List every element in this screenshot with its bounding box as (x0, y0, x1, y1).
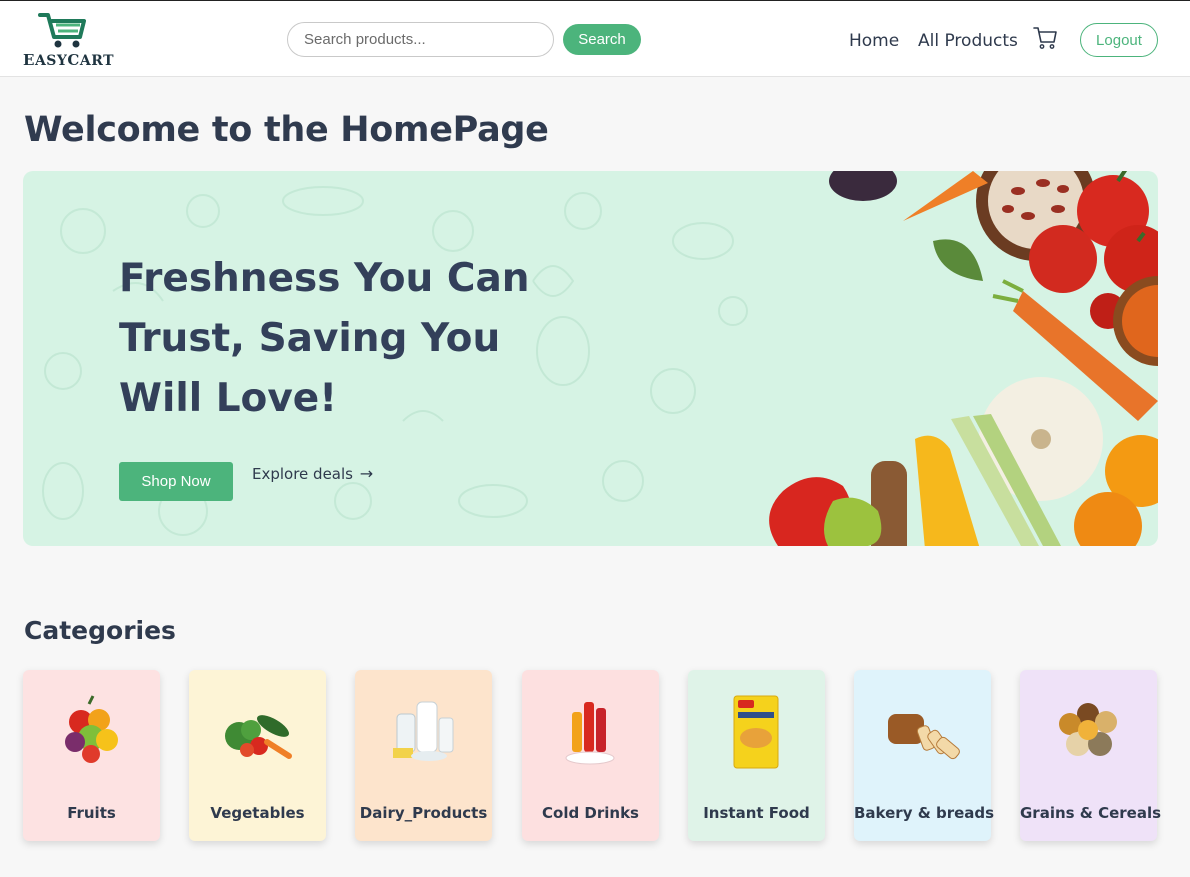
category-card-fruits[interactable]: Fruits (23, 670, 160, 841)
categories-heading: Categories (24, 616, 176, 645)
bakery-breads-image (888, 714, 960, 760)
cart-icon[interactable] (1032, 25, 1058, 51)
category-card-grains-cereals[interactable]: Grains & Cereals (1020, 670, 1162, 841)
shop-now-button[interactable]: Shop Now (119, 462, 233, 501)
nav-all-products-link[interactable]: All Products (918, 31, 1018, 51)
vegetables-illustration (769, 171, 1158, 546)
category-card-instant-food[interactable]: Instant Food (688, 670, 825, 841)
category-label: Instant Food (703, 804, 810, 822)
nav-home-link[interactable]: Home (849, 31, 899, 51)
logo-text: EASYCART (23, 51, 115, 69)
category-label: Vegetables (210, 804, 305, 822)
grains-cereals-image (1059, 703, 1117, 756)
arrow-right-icon: → (359, 464, 374, 483)
easycart-logo[interactable]: EASYCART (22, 11, 114, 69)
category-card-cold-drinks[interactable]: Cold Drinks (522, 670, 659, 841)
top-navbar: EASYCART Search Home All Products Logout (0, 1, 1190, 77)
search-button[interactable]: Search (563, 24, 641, 55)
category-card-bakery-breads[interactable]: Bakery & breads (854, 670, 995, 841)
cold-drinks-image (565, 702, 615, 765)
category-label: Cold Drinks (542, 804, 639, 822)
page-title: Welcome to the HomePage (24, 110, 549, 150)
hero-banner: Freshness You Can Trust, Saving You Will… (23, 171, 1158, 546)
fruits-image (65, 695, 118, 763)
search-input[interactable] (287, 22, 554, 57)
category-label: Fruits (67, 804, 116, 822)
hero-title: Freshness You Can Trust, Saving You Will… (119, 256, 530, 421)
explore-deals-label: Explore deals (252, 465, 353, 483)
logout-button[interactable]: Logout (1080, 23, 1158, 57)
category-label: Dairy_Products (359, 804, 488, 822)
instant-food-image (733, 695, 779, 769)
explore-deals-link[interactable]: Explore deals → (252, 464, 373, 483)
category-label: Bakery & breads (854, 804, 995, 822)
category-label: Grains & Cereals (1020, 804, 1162, 822)
vegetables-image (225, 715, 292, 759)
category-card-dairy-products[interactable]: Dairy_Products (355, 670, 492, 841)
category-card-vegetables[interactable]: Vegetables (189, 670, 326, 841)
dairy-products-image (393, 701, 454, 761)
cart-logo-icon (38, 13, 86, 48)
